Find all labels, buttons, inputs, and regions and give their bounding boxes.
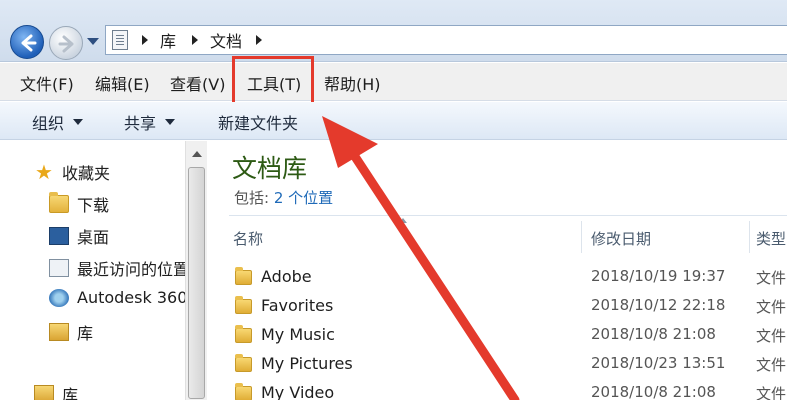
annotation-arrow xyxy=(322,116,520,400)
